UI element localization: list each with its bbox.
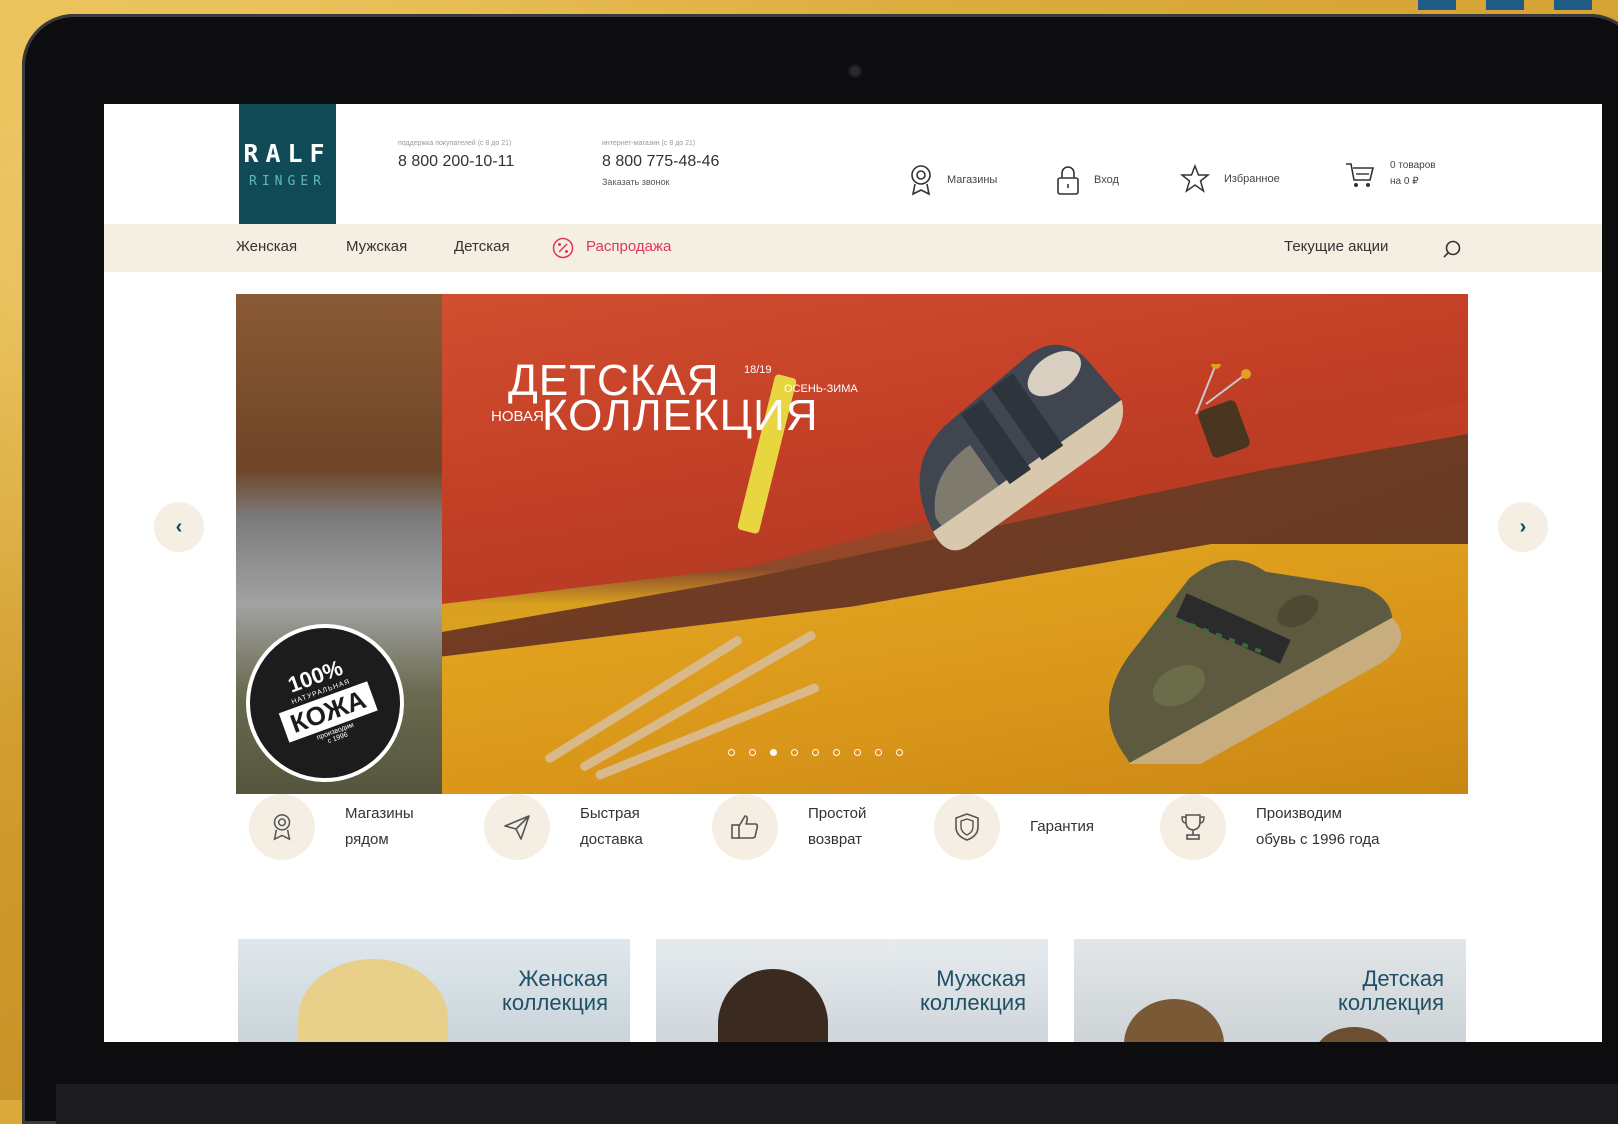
collection-women-line-1: Женская — [518, 966, 608, 991]
thread-spool-image — [1195, 364, 1251, 458]
chevron-left-icon: ‹ — [175, 515, 183, 538]
carousel-dot[interactable] — [728, 749, 735, 756]
stores-link[interactable]: Магазины — [909, 164, 997, 196]
support-phone-number[interactable]: 8 800 200-10-11 — [398, 153, 514, 171]
hero-banner[interactable]: 100% НАТУРАЛЬНАЯ КОЖА производим с 1996 — [236, 294, 1468, 794]
nav-item-promotions[interactable]: Текущие акции — [1284, 238, 1388, 255]
carousel-dot[interactable] — [770, 749, 777, 756]
map-pin-icon — [273, 814, 291, 841]
carousel-dot[interactable] — [854, 749, 861, 756]
cart-count: 0 товаров — [1390, 160, 1436, 171]
feature-stores-line-2: рядом — [345, 831, 389, 848]
high-top-sneaker-image — [1109, 560, 1402, 764]
carousel-prev-button[interactable]: ‹ — [154, 502, 204, 552]
trophy-icon — [1181, 814, 1205, 840]
support-phone-caption: поддержка покупателей (с 8 до 21) — [398, 140, 512, 147]
logo-subtitle: RINGER — [249, 174, 326, 189]
shield-icon — [955, 813, 979, 841]
collection-kids-line-1: Детская — [1362, 966, 1445, 991]
nav-item-women[interactable]: Женская — [236, 238, 297, 255]
carousel-dot[interactable] — [812, 749, 819, 756]
carousel-dot[interactable] — [896, 749, 903, 756]
feature-stores-nearby: Магазины рядом — [249, 794, 414, 860]
shop-phone: интернет-магазин (с 8 до 21) 8 800 775-4… — [602, 140, 719, 187]
shop-phone-caption: интернет-магазин (с 8 до 21) — [602, 140, 696, 147]
website-screen: RALF RINGER поддержка покупателей (с 8 д… — [104, 104, 1602, 1042]
model-photo — [718, 969, 828, 1042]
nav-item-men[interactable]: Мужская — [346, 238, 407, 255]
collection-men-line-1: Мужская — [936, 966, 1026, 991]
hero-title-line-2: КОЛЛЕКЦИЯ — [542, 391, 819, 440]
collection-kids-line-2: коллекция — [1338, 990, 1444, 1015]
favorites-label: Избранное — [1224, 173, 1280, 185]
carousel-dot[interactable] — [833, 749, 840, 756]
feature-since-line-1: Производим — [1256, 805, 1342, 822]
carousel-dot[interactable] — [791, 749, 798, 756]
collection-women-line-2: коллекция — [502, 990, 608, 1015]
search-icon[interactable] — [1442, 239, 1462, 259]
callback-link[interactable]: Заказать звонок — [602, 177, 719, 187]
collection-card-women[interactable]: Женская коллекция — [238, 939, 630, 1042]
carousel-dots — [728, 749, 903, 756]
collection-card-kids[interactable]: Детская коллекция — [1074, 939, 1466, 1042]
feature-return-line-1: Простой — [808, 805, 867, 822]
chevron-right-icon: › — [1519, 515, 1527, 538]
collection-card-men[interactable]: Мужская коллекция — [656, 939, 1048, 1042]
feature-since-1996: Производим обувь с 1996 года — [1160, 794, 1380, 860]
lock-icon — [1057, 166, 1079, 195]
percent-icon — [552, 237, 574, 259]
cart-link[interactable]: 0 товаров на 0 ₽ — [1344, 158, 1436, 190]
feature-stores-line-1: Магазины — [345, 805, 414, 822]
site-logo[interactable]: RALF RINGER — [239, 104, 336, 224]
hero-season-year: 18/19 — [744, 364, 772, 376]
cart-icon — [1346, 163, 1375, 187]
feature-delivery-line-1: Быстрая — [580, 805, 640, 822]
carousel-next-button[interactable]: › — [1498, 502, 1548, 552]
carousel-dot[interactable] — [749, 749, 756, 756]
collection-men-line-2: коллекция — [920, 990, 1026, 1015]
star-icon — [1180, 164, 1210, 193]
stores-label: Магазины — [947, 174, 998, 186]
login-link[interactable]: Вход — [1056, 164, 1119, 196]
support-phone: поддержка покупателей (с 8 до 21) 8 800 … — [398, 140, 514, 171]
main-nav: Женская Мужская Детская Распродажа Текущ… — [104, 224, 1602, 272]
feature-warranty-label: Гарантия — [1030, 818, 1094, 835]
feature-easy-return: Простой возврат — [712, 794, 866, 860]
feature-since-line-2: обувь с 1996 года — [1256, 831, 1380, 848]
background-decor — [1486, 0, 1524, 10]
carousel-dot[interactable] — [875, 749, 882, 756]
feature-return-line-2: возврат — [808, 831, 863, 848]
feature-warranty: Гарантия — [934, 794, 1094, 860]
login-label: Вход — [1094, 174, 1119, 186]
shop-phone-number[interactable]: 8 800 775-48-46 — [602, 153, 719, 171]
nav-item-sale[interactable]: Распродажа — [586, 238, 671, 255]
background-decor — [1554, 0, 1592, 10]
logo-wordmark: RALF — [243, 139, 332, 168]
nav-item-kids[interactable]: Детская — [454, 238, 510, 255]
feature-delivery-line-2: доставка — [580, 831, 643, 848]
laptop-bezel-bottom — [56, 1084, 1618, 1124]
model-photo — [298, 959, 448, 1042]
background-decor — [1418, 0, 1456, 10]
model-photo — [1314, 1027, 1394, 1042]
thumbs-up-icon — [731, 815, 759, 839]
feature-fast-delivery: Быстрая доставка — [484, 794, 643, 860]
cart-sum: на 0 ₽ — [1390, 176, 1419, 187]
hero-title-prefix: НОВАЯ — [491, 408, 544, 425]
webcam — [850, 66, 860, 76]
paper-plane-icon — [504, 815, 530, 840]
model-photo — [1124, 999, 1224, 1042]
favorites-link[interactable]: Избранное — [1180, 164, 1280, 194]
laptop-frame: RALF RINGER поддержка покупателей (с 8 д… — [22, 14, 1618, 1124]
map-pin-icon — [911, 165, 931, 196]
